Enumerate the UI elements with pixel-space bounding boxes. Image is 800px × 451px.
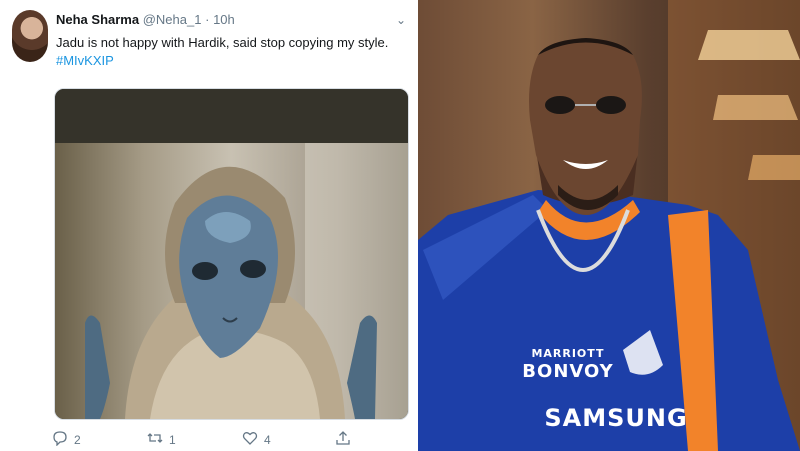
retweet-count: 1 [169,432,176,447]
tweet-time[interactable]: 10h [213,12,235,27]
like-button[interactable]: 4 [242,430,271,449]
retweet-icon [147,430,163,449]
jersey-sponsor-top: MARRIOTT [531,347,605,360]
media-dark-band [55,89,408,143]
share-button[interactable] [335,430,351,449]
hashtag-link[interactable]: #MIvKXIP [56,52,406,70]
alien-character-image [55,143,408,419]
share-icon [335,430,351,449]
heart-icon [242,430,258,449]
jersey-sponsor-bottom: SAMSUNG [544,404,688,432]
like-count: 4 [264,432,271,447]
user-handle[interactable]: @Neha_1 [143,12,202,27]
display-name[interactable]: Neha Sharma [56,12,139,27]
reply-icon [52,430,68,449]
chevron-down-icon[interactable]: ⌄ [396,11,406,29]
retweet-button[interactable]: 1 [147,430,176,449]
tweet-card[interactable]: Neha Sharma @Neha_1 · 10h ⌄ Jadu is not … [0,0,418,451]
user-avatar[interactable] [12,10,48,62]
reply-count: 2 [74,432,81,447]
tweet-body: Jadu is not happy with Hardik, said stop… [56,34,406,70]
tweet-actions: 2 1 4 [52,430,402,450]
tweet-header: Neha Sharma @Neha_1 · 10h ⌄ [56,11,406,29]
player-photo: MARRIOTT BONVOY SAMSUNG [418,0,800,451]
tweet-media[interactable] [54,88,409,420]
tweet-text: Jadu is not happy with Hardik, said stop… [56,35,389,50]
jersey-sponsor-main: BONVOY [522,361,614,382]
separator-dot: · [205,12,210,27]
reply-button[interactable]: 2 [52,430,81,449]
